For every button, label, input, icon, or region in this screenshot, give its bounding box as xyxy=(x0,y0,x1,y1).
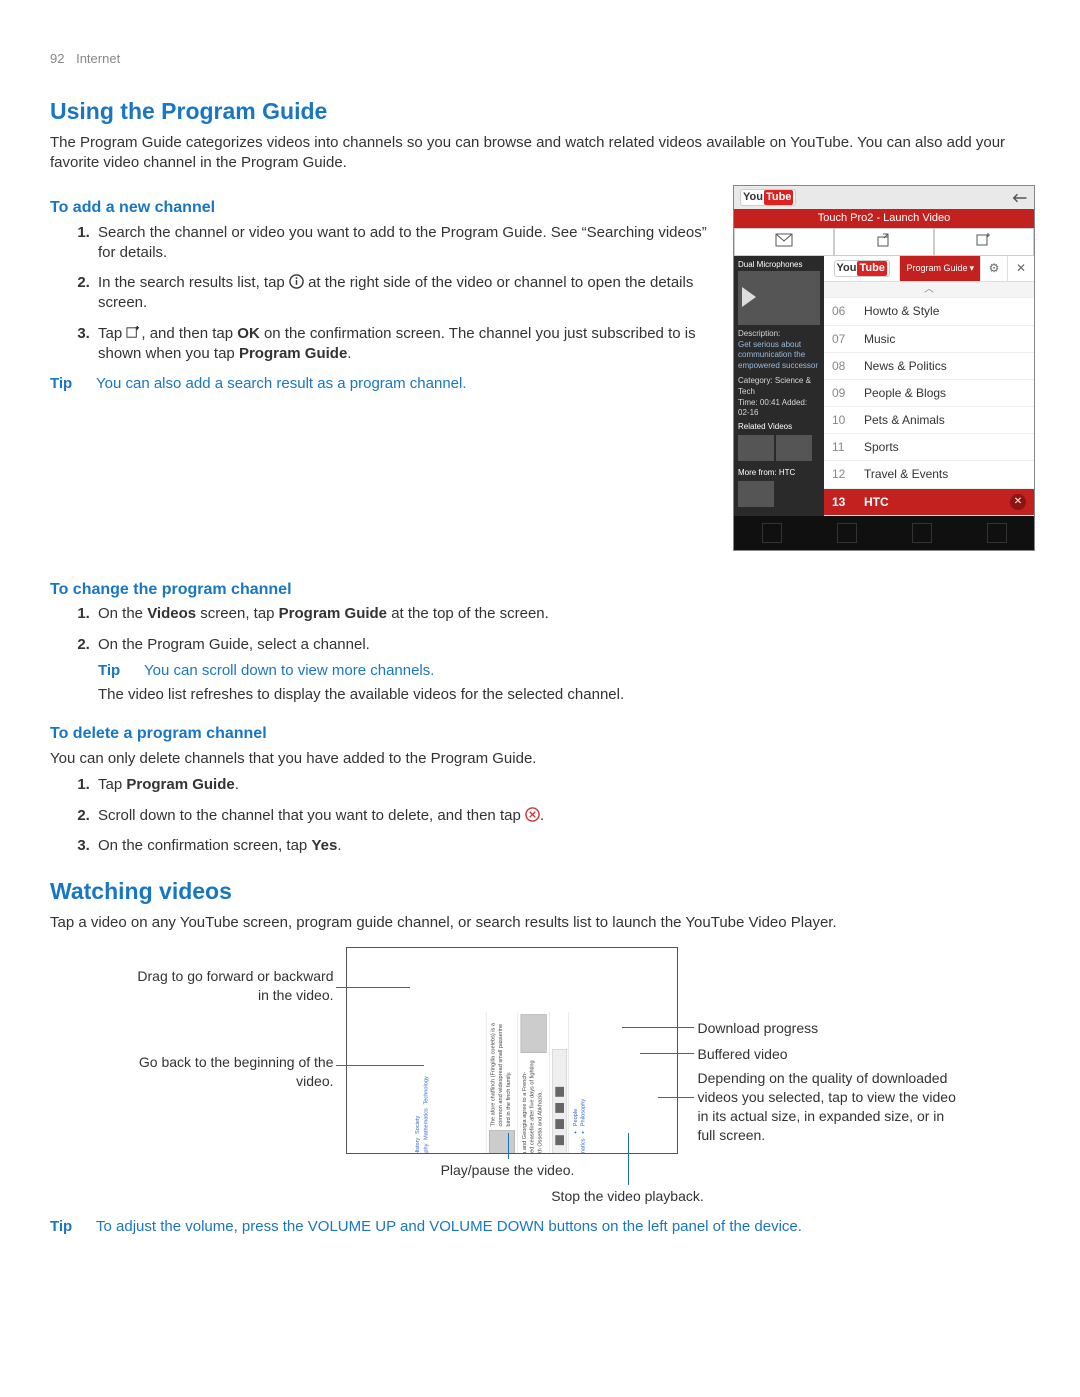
envelope-icon xyxy=(775,233,793,247)
heading-change-channel: To change the program channel xyxy=(50,579,1035,601)
video-thumbnail xyxy=(738,271,820,325)
page-number: 92 xyxy=(50,51,64,66)
video-player-diagram: Welcome to Wikipedia,the free encycloped… xyxy=(118,947,968,1207)
program-guide-tab[interactable]: Program Guide▾ xyxy=(900,256,980,281)
callout-size: Depending on the quality of downloaded v… xyxy=(698,1069,958,1145)
video-detail-pane: Dual Microphones Description: Get seriou… xyxy=(734,256,824,516)
scroll-up-indicator[interactable]: ︿ xyxy=(824,282,1034,299)
delete-channel-icon[interactable]: ✕ xyxy=(1010,494,1026,510)
step: Tap Program Guide. xyxy=(94,775,1035,795)
video-player-screenshot: Welcome to Wikipedia,the free encycloped… xyxy=(346,947,678,1154)
step: On the Program Guide, select a channel. … xyxy=(94,635,1035,706)
gear-icon: ⚙ xyxy=(989,260,1000,276)
youtube-logo: YouTube xyxy=(740,189,796,206)
youtube-logo-icon: YouTube xyxy=(834,260,890,277)
channel-row[interactable]: 10Pets & Animals xyxy=(824,407,1034,434)
tab-add-channel[interactable] xyxy=(934,228,1034,256)
add-channel-icon xyxy=(126,325,141,340)
play-pause-button[interactable] xyxy=(555,1119,564,1129)
add-channel-icon xyxy=(976,233,992,247)
channel-row[interactable]: 06Howto & Style xyxy=(824,298,1034,325)
close-icon: ✕ xyxy=(1016,260,1026,276)
delete-circle-icon xyxy=(525,807,540,822)
tab-bar xyxy=(734,228,1034,256)
page-header: 92 Internet xyxy=(50,50,1035,68)
tip: Tip You can also add a search result as … xyxy=(50,374,713,394)
heading-program-guide: Using the Program Guide xyxy=(50,96,1035,127)
size-toggle-button[interactable] xyxy=(555,1087,564,1097)
chevron-down-icon: ▾ xyxy=(969,262,974,274)
callout-play-pause: Play/pause the video. xyxy=(408,1161,608,1180)
settings-button[interactable]: ⚙ xyxy=(980,256,1007,281)
channel-row[interactable]: 12Travel & Events xyxy=(824,461,1034,488)
channel-row[interactable]: 08News & Politics xyxy=(824,353,1034,380)
video-title-bar: Touch Pro2 - Launch Video xyxy=(734,209,1034,228)
tab-inbox[interactable] xyxy=(734,228,834,256)
delete-intro: You can only delete channels that you ha… xyxy=(50,749,1035,769)
step: On the confirmation screen, tap Yes. xyxy=(94,836,1035,856)
tip: Tip You can scroll down to view more cha… xyxy=(98,661,1035,681)
callout-goback: Go back to the beginning of the video. xyxy=(124,1053,334,1091)
section-name: Internet xyxy=(76,51,120,66)
tip: Tip To adjust the volume, press the VOLU… xyxy=(50,1217,1035,1237)
export-icon xyxy=(876,233,892,247)
heading-delete-channel: To delete a program channel xyxy=(50,723,1035,745)
change-channel-steps: On the Videos screen, tap Program Guide … xyxy=(50,604,1035,705)
channel-row[interactable]: 07Music xyxy=(824,326,1034,353)
program-guide-screenshot: YouTube Touch Pro2 - Launch Video Dual M… xyxy=(733,185,1035,551)
close-button[interactable]: ✕ xyxy=(1007,256,1034,281)
callout-drag: Drag to go forward or backward in the vi… xyxy=(124,967,334,1005)
watching-intro: Tap a video on any YouTube screen, progr… xyxy=(50,913,1035,933)
callout-buffered: Buffered video xyxy=(698,1045,958,1064)
back-arrow-icon xyxy=(1010,191,1028,205)
document-page: 92 Internet Using the Program Guide The … xyxy=(0,0,1080,1397)
heading-watching-videos: Watching videos xyxy=(50,876,1035,907)
step: On the Videos screen, tap Program Guide … xyxy=(94,604,1035,624)
delete-channel-steps: Tap Program Guide. Scroll down to the ch… xyxy=(50,775,1035,856)
callout-stop: Stop the video playback. xyxy=(518,1187,738,1206)
rewind-button[interactable] xyxy=(555,1136,564,1146)
channel-row-selected[interactable]: 13HTC✕ xyxy=(824,489,1034,516)
channel-row[interactable]: 11Sports xyxy=(824,434,1034,461)
callout-download-progress: Download progress xyxy=(698,1019,958,1038)
stop-button[interactable] xyxy=(555,1103,564,1113)
tab-share[interactable] xyxy=(834,228,934,256)
intro-text: The Program Guide categorizes videos int… xyxy=(50,133,1035,174)
channel-list: 06Howto & Style 07Music 08News & Politic… xyxy=(824,298,1034,516)
channel-row[interactable]: 09People & Blogs xyxy=(824,380,1034,407)
player-controls xyxy=(552,1049,567,1154)
bottom-toolbar xyxy=(734,516,1034,550)
step: Scroll down to the channel that you want… xyxy=(94,806,1035,826)
info-icon xyxy=(289,274,304,289)
